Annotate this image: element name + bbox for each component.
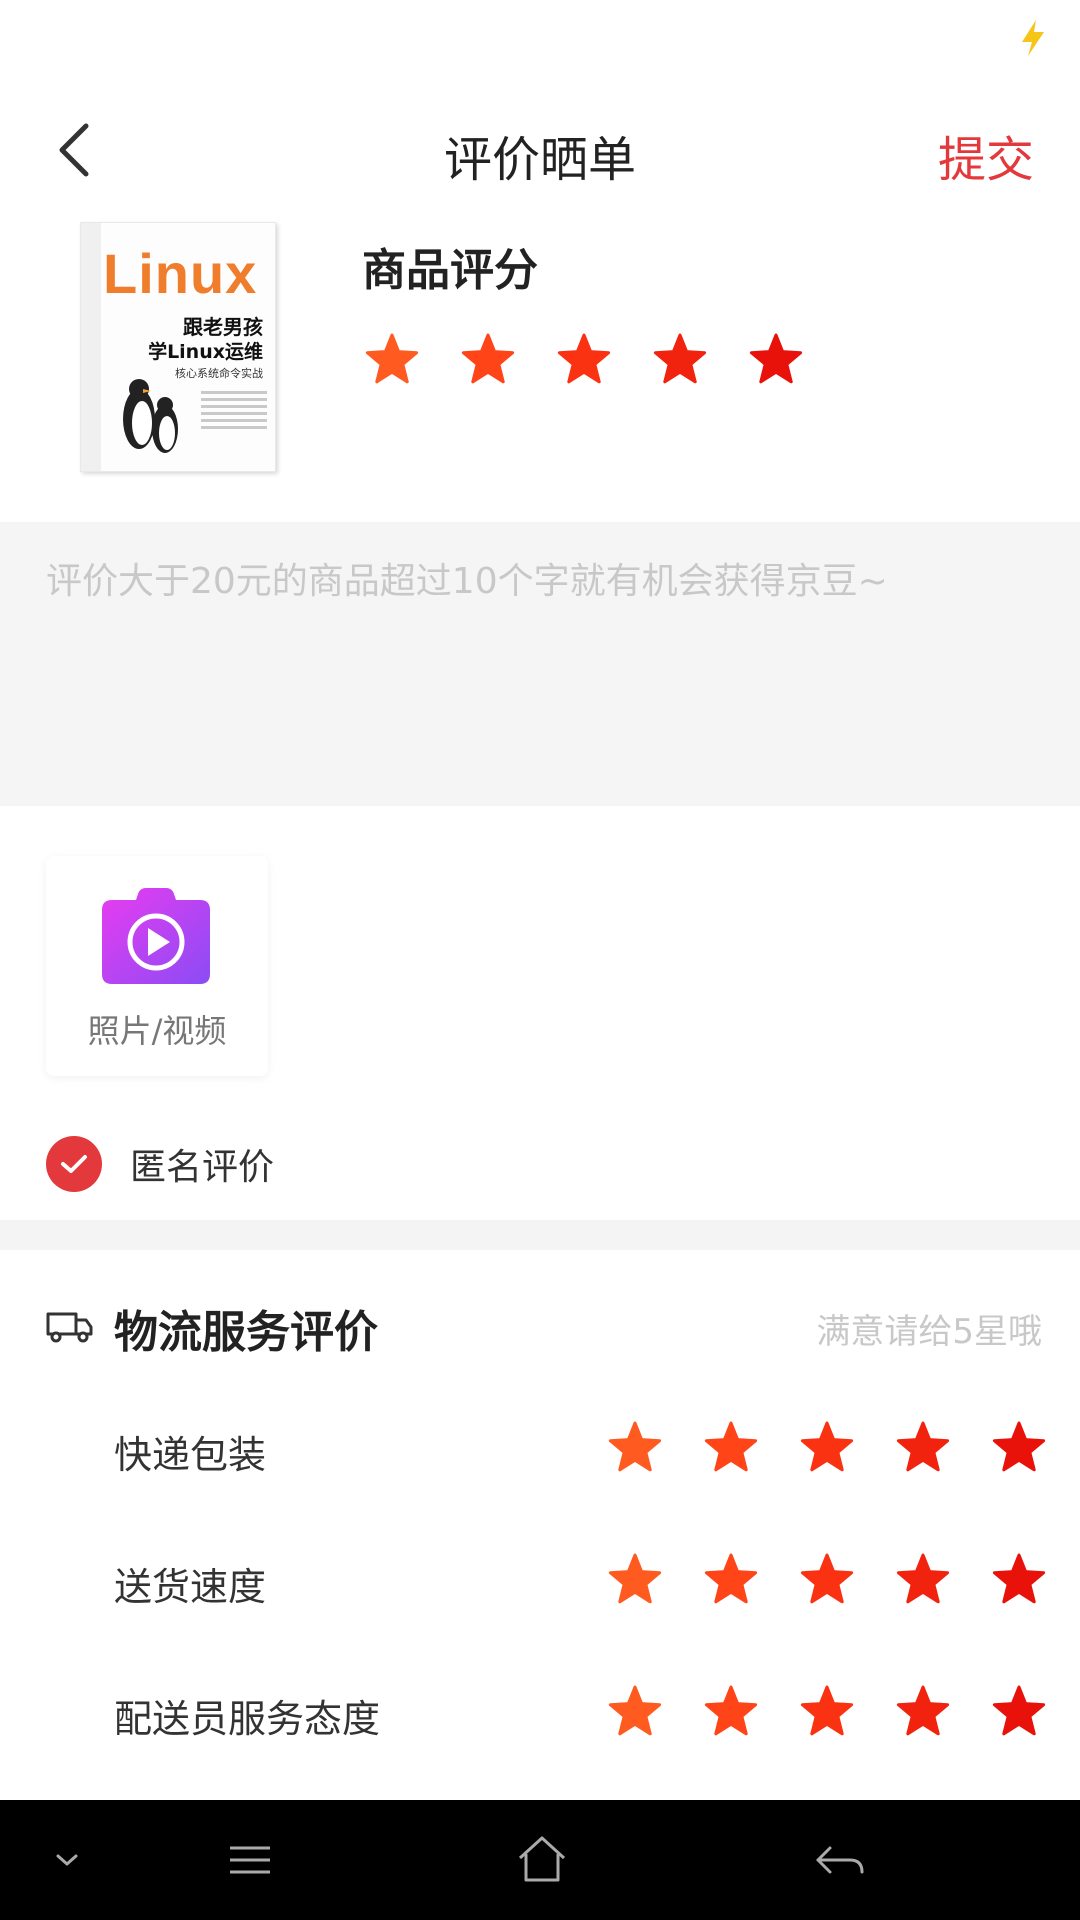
review-input[interactable] xyxy=(0,522,1080,806)
status-bar xyxy=(0,0,1080,80)
check-icon xyxy=(46,1136,102,1192)
book-cover-text-lines xyxy=(201,391,267,433)
star-icon[interactable] xyxy=(991,1684,1047,1740)
star-icon[interactable] xyxy=(703,1420,759,1476)
logistics-item-label-courier: 配送员服务态度 xyxy=(114,1697,381,1741)
back-arrow-icon[interactable] xyxy=(810,1830,870,1890)
star-icon[interactable] xyxy=(460,332,516,388)
logistics-item-label-speed: 送货速度 xyxy=(114,1565,267,1609)
star-icon[interactable] xyxy=(895,1552,951,1608)
star-icon[interactable] xyxy=(607,1420,663,1476)
star-icon[interactable] xyxy=(799,1552,855,1608)
star-icon[interactable] xyxy=(799,1420,855,1476)
book-spine xyxy=(81,223,101,471)
camera-video-icon xyxy=(102,888,210,984)
system-navigation-bar xyxy=(0,1800,1080,1920)
speed-star-rating xyxy=(607,1552,1047,1608)
section-divider xyxy=(0,1220,1080,1250)
anonymous-review-toggle[interactable]: 匿名评价 xyxy=(46,1136,274,1192)
submit-button[interactable]: 提交 xyxy=(938,120,1034,190)
star-icon[interactable] xyxy=(364,332,420,388)
truck-icon xyxy=(46,1312,93,1343)
star-icon[interactable] xyxy=(607,1552,663,1608)
charging-bolt-icon xyxy=(1022,20,1044,56)
book-cover-subtitle: 核心系统命令实战 xyxy=(175,367,263,380)
product-star-rating xyxy=(364,332,804,388)
chevron-down-icon[interactable] xyxy=(50,1830,84,1890)
star-icon[interactable] xyxy=(556,332,612,388)
star-icon[interactable] xyxy=(895,1684,951,1740)
page-title: 评价晒单 xyxy=(443,132,636,188)
book-cover-title-line1: 跟老男孩 xyxy=(183,315,263,339)
star-icon[interactable] xyxy=(799,1684,855,1740)
home-icon[interactable] xyxy=(512,1830,572,1890)
book-cover-brand: Linux xyxy=(103,242,258,305)
packaging-star-rating xyxy=(607,1420,1047,1476)
logistics-item-label-packaging: 快递包装 xyxy=(114,1433,267,1477)
upload-label: 照片/视频 xyxy=(87,1012,227,1050)
upload-photo-video-button[interactable]: 照片/视频 xyxy=(46,856,268,1076)
courier-star-rating xyxy=(607,1684,1047,1740)
star-icon[interactable] xyxy=(991,1420,1047,1476)
product-rating-title: 商品评分 xyxy=(362,245,538,296)
header: 评价晒单 提交 xyxy=(0,80,1080,220)
star-icon[interactable] xyxy=(607,1684,663,1740)
star-icon[interactable] xyxy=(652,332,708,388)
logistics-hint: 满意请给5星哦 xyxy=(816,1312,1042,1352)
product-rating-section: Linux 跟老男孩 学Linux运维 核心系统命令实战 商品评分 xyxy=(0,220,1080,520)
review-text-area xyxy=(0,522,1080,806)
star-icon[interactable] xyxy=(895,1420,951,1476)
star-icon[interactable] xyxy=(991,1552,1047,1608)
star-icon[interactable] xyxy=(703,1552,759,1608)
logistics-title: 物流服务评价 xyxy=(114,1307,378,1358)
penguin-illustration xyxy=(123,379,178,453)
anonymous-label: 匿名评价 xyxy=(130,1147,275,1188)
star-icon[interactable] xyxy=(748,332,804,388)
product-image[interactable]: Linux 跟老男孩 学Linux运维 核心系统命令实战 xyxy=(80,222,276,472)
menu-icon[interactable] xyxy=(220,1830,280,1890)
star-icon[interactable] xyxy=(703,1684,759,1740)
